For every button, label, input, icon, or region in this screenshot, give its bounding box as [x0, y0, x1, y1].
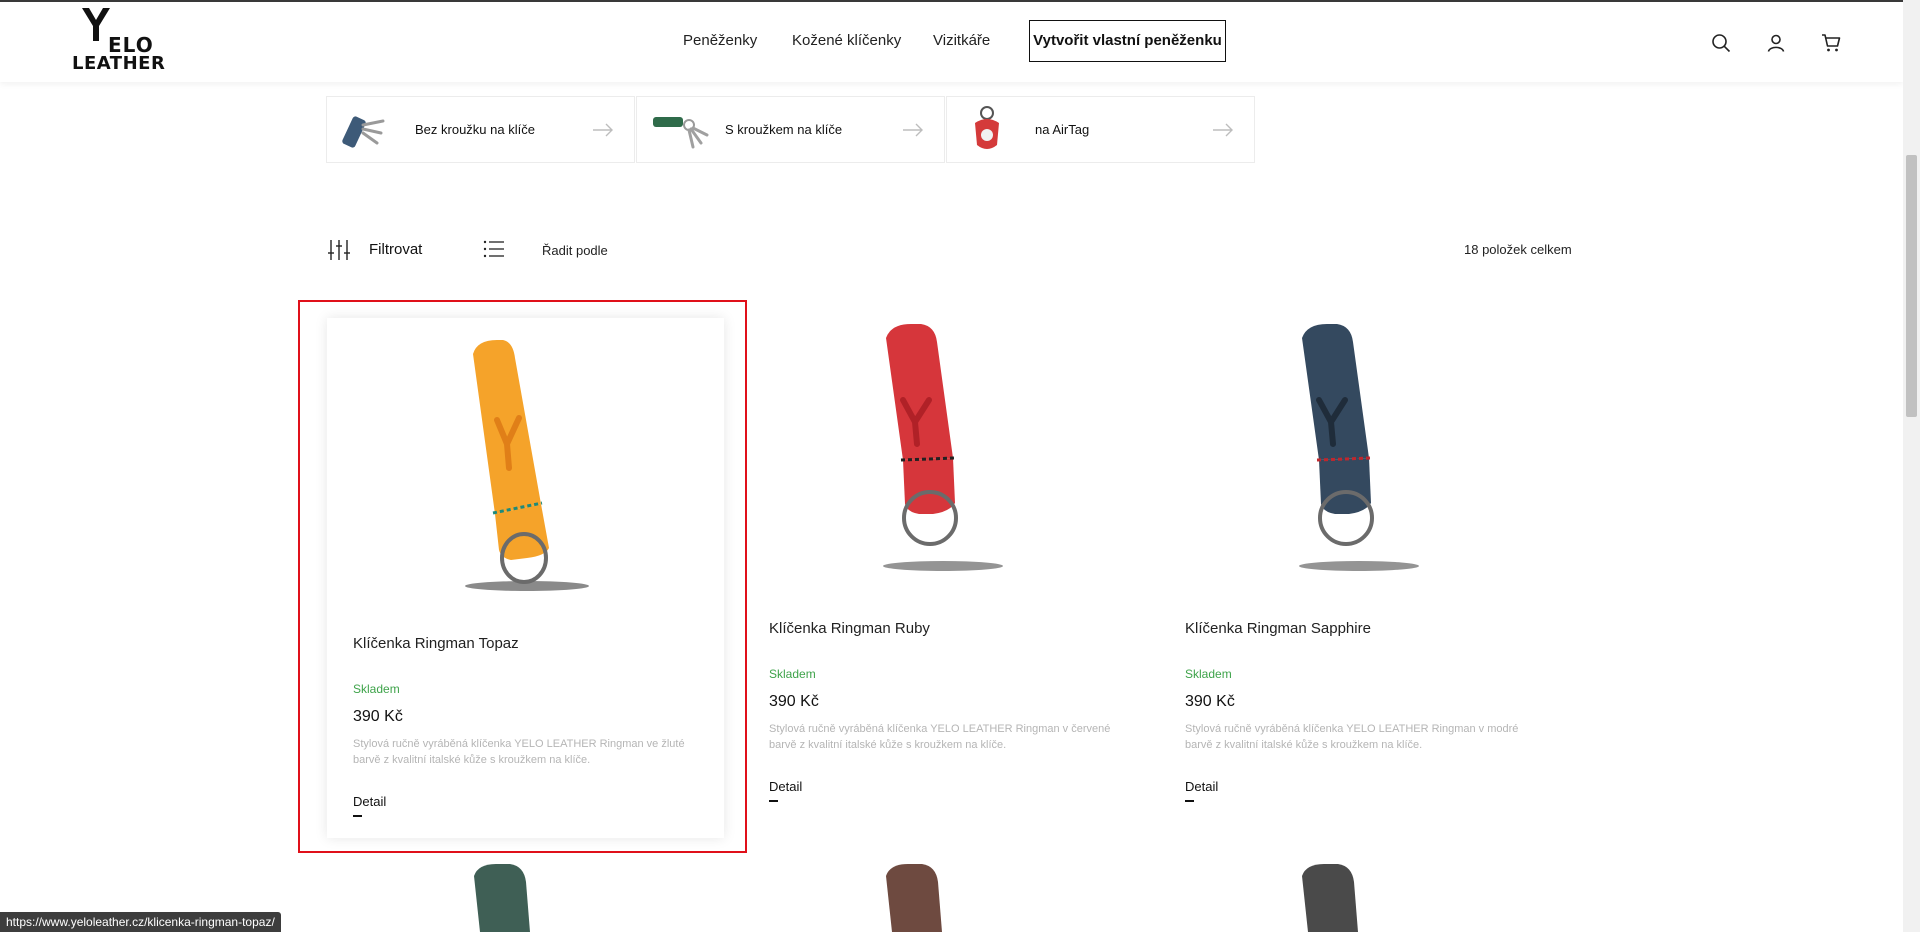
category-thumb-keyring — [653, 117, 709, 149]
logo-line2: LEATHER — [72, 53, 166, 74]
nav-item-penezenky[interactable]: Peněženky — [683, 32, 757, 49]
product-image-next-1[interactable] — [470, 862, 550, 932]
item-count: 18 položek celkem — [1464, 242, 1572, 257]
product-price: 390 Kč — [769, 693, 819, 710]
category-label: na AirTag — [1035, 122, 1090, 137]
site-header: ELO LEATHER Peněženky Kožené klíčenky Vi… — [0, 2, 1903, 82]
detail-underline — [1185, 800, 1194, 802]
stock-status: Skladem — [769, 667, 816, 681]
arrow-right-icon — [903, 123, 923, 137]
cart-icon[interactable] — [1820, 32, 1842, 54]
user-icon[interactable] — [1765, 32, 1787, 54]
detail-link[interactable]: Detail — [1185, 779, 1218, 794]
product-description: Stylová ručně vyráběná klíčenka YELO LEA… — [769, 723, 1111, 751]
arrow-right-icon — [1213, 123, 1233, 137]
stock-status: Skladem — [1185, 667, 1232, 681]
search-icon[interactable] — [1710, 32, 1732, 54]
category-s-krouzkem[interactable]: S kroužkem na klíče — [636, 96, 945, 163]
page-scrollbar[interactable] — [1903, 0, 1920, 932]
category-thumb-keyholder — [342, 116, 385, 148]
nav-item-vizitkare[interactable]: Vizitkáře — [933, 32, 990, 49]
scrollbar-thumb[interactable] — [1906, 155, 1917, 417]
filter-icon[interactable] — [327, 238, 351, 262]
product-card-ruby[interactable]: Klíčenka Ringman Ruby Skladem 390 Kč Sty… — [743, 318, 1140, 818]
product-image[interactable] — [1159, 318, 1556, 608]
category-label: Bez kroužku na klíče — [415, 122, 535, 137]
selection-highlight — [298, 300, 747, 853]
list-sort-icon[interactable] — [483, 240, 505, 258]
arrow-right-icon — [593, 123, 613, 137]
category-airtag[interactable]: na AirTag — [946, 96, 1255, 163]
product-image-next-2[interactable] — [882, 862, 962, 932]
nav-item-kozene-klicenky[interactable]: Kožené klíčenky — [792, 32, 901, 49]
status-bar-url: https://www.yeloleather.cz/klicenka-ring… — [0, 912, 281, 932]
category-label: S kroužkem na klíče — [725, 122, 843, 137]
product-card-sapphire[interactable]: Klíčenka Ringman Sapphire Skladem 390 Kč… — [1159, 318, 1556, 818]
product-description: Stylová ručně vyráběná klíčenka YELO LEA… — [1185, 723, 1519, 751]
detail-link[interactable]: Detail — [769, 779, 802, 794]
product-image-next-3[interactable] — [1298, 862, 1378, 932]
product-name[interactable]: Klíčenka Ringman Ruby — [769, 620, 930, 637]
detail-underline — [769, 800, 778, 802]
yelo-leather-logo[interactable]: ELO LEATHER — [72, 7, 166, 75]
category-thumb-airtag — [975, 106, 999, 149]
product-image[interactable] — [743, 318, 1140, 608]
sort-dropdown[interactable]: Řadit podle — [542, 243, 608, 258]
product-price: 390 Kč — [1185, 693, 1235, 710]
category-bez-krouzku[interactable]: Bez kroužku na klíče — [326, 96, 635, 163]
create-wallet-button[interactable]: Vytvořit vlastní peněženku — [1029, 20, 1226, 62]
filter-button[interactable]: Filtrovat — [369, 241, 422, 258]
product-name[interactable]: Klíčenka Ringman Sapphire — [1185, 620, 1371, 637]
